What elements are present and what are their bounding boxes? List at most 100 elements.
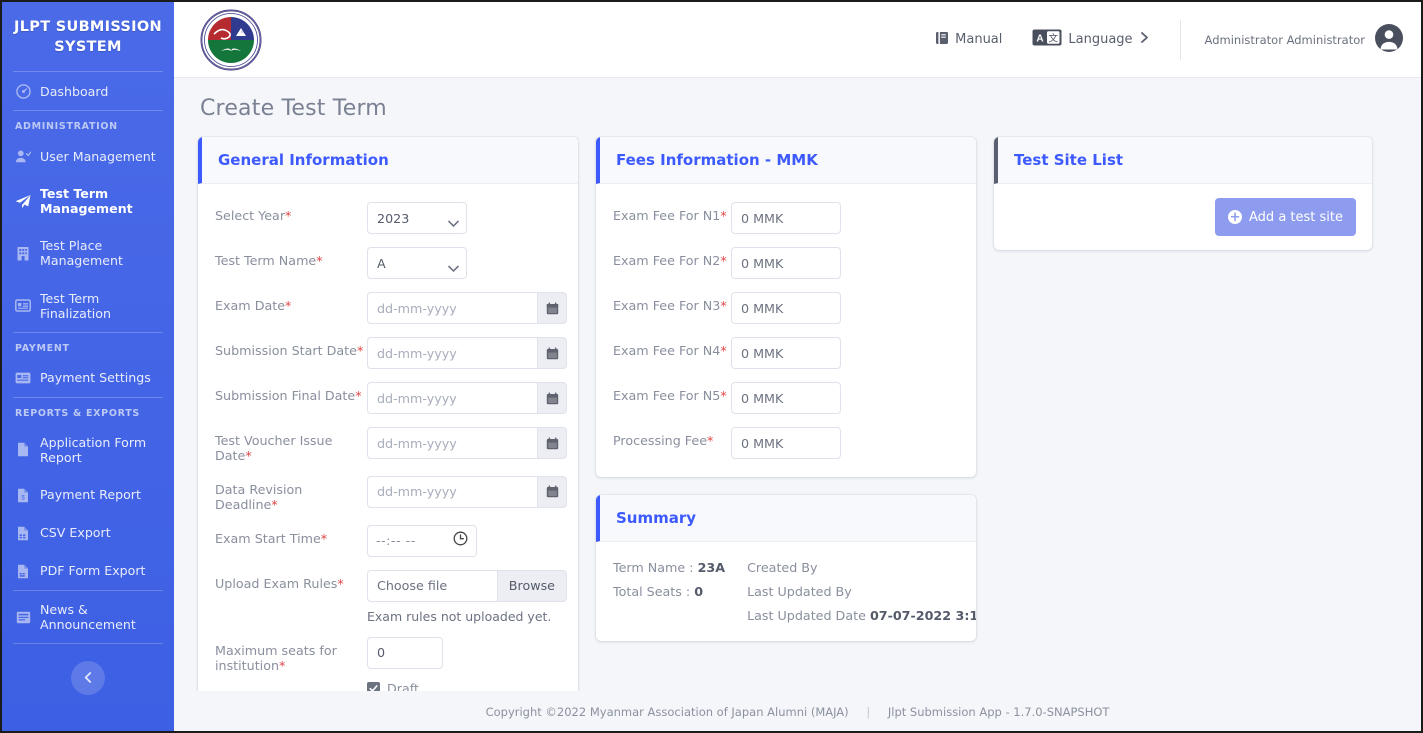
- sidebar-collapse-button[interactable]: [71, 661, 105, 696]
- user-menu[interactable]: Administrator Administrator: [1204, 23, 1403, 56]
- page-title: Create Test Term: [200, 96, 387, 121]
- svg-text:文: 文: [1049, 32, 1059, 44]
- sidebar-item-label: PDF Form Export: [40, 563, 146, 579]
- submission-final-date-input[interactable]: [367, 382, 537, 414]
- exam-fee-n1-label: Exam Fee For N1*: [613, 208, 727, 223]
- exam-date-group: [367, 292, 567, 324]
- fees-information-card: Fees Information - MMK Exam Fee For N1* …: [596, 137, 976, 477]
- calendar-icon[interactable]: [537, 337, 567, 369]
- sidebar-item-test-term-finalization[interactable]: Test Term Finalization: [2, 280, 174, 332]
- required-mark: *: [356, 343, 364, 358]
- calendar-icon[interactable]: [537, 475, 567, 508]
- test-site-list-card: Test Site List + Add a test site: [994, 137, 1372, 250]
- calendar-icon[interactable]: [537, 382, 567, 414]
- sidebar-collapse-wrap: [2, 644, 174, 696]
- add-test-site-button[interactable]: + Add a test site: [1215, 198, 1356, 236]
- required-mark: *: [320, 530, 328, 546]
- draft-checkbox[interactable]: [367, 681, 380, 691]
- sidebar-item-user-management[interactable]: User Management: [2, 137, 174, 175]
- maximum-seats-label: Maximum seats for institution*: [215, 642, 337, 673]
- general-information-body: Select Year* 2023 Test Term Name* A Exam…: [198, 184, 578, 691]
- summary-card: Summary Term Name : 23A Total Seats : 0 …: [596, 495, 976, 641]
- sidebar-item-pdf-form-export[interactable]: PDF Form Export: [2, 552, 174, 590]
- sidebar-item-csv-export[interactable]: CSV Export: [2, 514, 174, 552]
- topbar-divider: [1179, 19, 1181, 60]
- field-maximum-seats: Maximum seats for institution* Draft: [215, 636, 562, 691]
- summary-last-updated-by: Last Updated By: [747, 584, 976, 599]
- exam-fee-n5-label: Exam Fee For N5*: [613, 388, 727, 403]
- exam-fee-n4-input[interactable]: [731, 337, 841, 369]
- submission-start-date-input[interactable]: [367, 337, 537, 369]
- footer-copyright: Copyright ©2022 Myanmar Association of J…: [485, 705, 849, 719]
- building-icon: [15, 245, 31, 261]
- exam-date-input[interactable]: [367, 292, 537, 324]
- book-icon: [935, 31, 949, 49]
- maja-logo: [200, 9, 262, 71]
- field-exam-fee-n3: Exam Fee For N3*: [613, 292, 960, 324]
- field-exam-fee-n4: Exam Fee For N4*: [613, 337, 960, 369]
- sidebar-item-label: Application Form Report: [40, 434, 147, 465]
- submission-final-date-label: Submission Final Date*: [215, 388, 362, 403]
- required-mark: *: [707, 433, 714, 448]
- manual-link[interactable]: Manual: [935, 31, 1002, 49]
- required-mark: *: [355, 388, 362, 403]
- exam-fee-n1-input[interactable]: [731, 202, 841, 234]
- field-submission-start-date: Submission Start Date*: [215, 337, 567, 369]
- fees-information-body: Exam Fee For N1* Exam Fee For N2* Exam F…: [596, 184, 976, 477]
- test-site-list-body: + Add a test site: [994, 184, 1372, 250]
- processing-fee-input[interactable]: [731, 427, 841, 459]
- sidebar-item-payment-settings[interactable]: Payment Settings: [2, 359, 174, 397]
- term-name-label: Term Name :: [613, 560, 694, 575]
- select-year-wrap: 2023: [367, 202, 467, 234]
- sidebar: JLPT SUBMISSION SYSTEM Dashboard ADMINIS…: [2, 2, 174, 731]
- processing-fee-label: Processing Fee*: [613, 433, 714, 448]
- required-mark: *: [279, 657, 286, 673]
- general-information-title: General Information: [198, 137, 578, 184]
- sidebar-item-test-term-management[interactable]: Test Term Management: [2, 175, 174, 227]
- calendar-icon[interactable]: [537, 292, 567, 324]
- column-general: General Information Select Year* 2023 Te…: [198, 137, 578, 691]
- add-test-site-label: Add a test site: [1249, 209, 1343, 225]
- summary-body: Term Name : 23A Total Seats : 0 Created …: [596, 542, 976, 641]
- test-voucher-issue-date-input[interactable]: [367, 427, 537, 459]
- sidebar-item-payment-report[interactable]: $ Payment Report: [2, 476, 174, 514]
- required-mark: *: [337, 575, 344, 591]
- sidebar-item-test-place-management[interactable]: Test Place Management: [2, 227, 174, 279]
- exam-fee-n3-input[interactable]: [731, 292, 841, 324]
- exam-start-time-value: --:-- --: [376, 533, 416, 549]
- exam-start-time-input[interactable]: --:-- --: [367, 524, 477, 557]
- last-updated-date-value: 07-07-2022 3:10 PM: [869, 608, 976, 623]
- user-name-label: Administrator Administrator: [1204, 32, 1365, 47]
- clock-icon[interactable]: [453, 531, 468, 550]
- sidebar-item-news-announcement[interactable]: News & Announcement: [2, 591, 174, 643]
- browse-button[interactable]: Browse: [496, 569, 567, 602]
- data-revision-deadline-input[interactable]: [367, 475, 537, 508]
- language-switch[interactable]: A 文 Language: [1032, 29, 1149, 50]
- app-window: JLPT SUBMISSION SYSTEM Dashboard ADMINIS…: [0, 0, 1423, 733]
- summary-total-seats: Total Seats : 0: [613, 584, 725, 599]
- exam-fee-n2-input[interactable]: [731, 247, 841, 279]
- select-year-input[interactable]: 2023: [367, 202, 467, 234]
- sidebar-item-application-form-report[interactable]: Application Form Report: [2, 424, 174, 476]
- required-mark: *: [720, 388, 727, 403]
- choose-file-label[interactable]: Choose file: [367, 569, 497, 602]
- calendar-icon[interactable]: [537, 427, 567, 459]
- required-mark: *: [720, 253, 727, 268]
- sidebar-item-dashboard[interactable]: Dashboard: [2, 72, 174, 110]
- submission-start-date-group: [367, 337, 567, 369]
- term-name-value: 23A: [697, 560, 726, 575]
- summary-grid: Term Name : 23A Total Seats : 0 Created …: [613, 560, 976, 623]
- draft-label: Draft: [387, 680, 419, 691]
- file-csv-icon: [15, 525, 31, 541]
- required-mark: *: [285, 208, 292, 223]
- summary-title: Summary: [596, 495, 976, 542]
- exam-fee-n3-label: Exam Fee For N3*: [613, 298, 727, 313]
- test-term-name-input[interactable]: A: [367, 247, 467, 279]
- sidebar-item-label: News & Announcement: [40, 602, 136, 633]
- exam-fee-n5-input[interactable]: [731, 382, 841, 414]
- field-submission-final-date: Submission Final Date*: [215, 382, 567, 414]
- required-mark: *: [720, 343, 727, 358]
- maximum-seats-input[interactable]: [367, 636, 443, 669]
- upload-exam-rules-group: Choose file Browse: [367, 569, 567, 602]
- brand-title: JLPT SUBMISSION SYSTEM: [14, 19, 162, 55]
